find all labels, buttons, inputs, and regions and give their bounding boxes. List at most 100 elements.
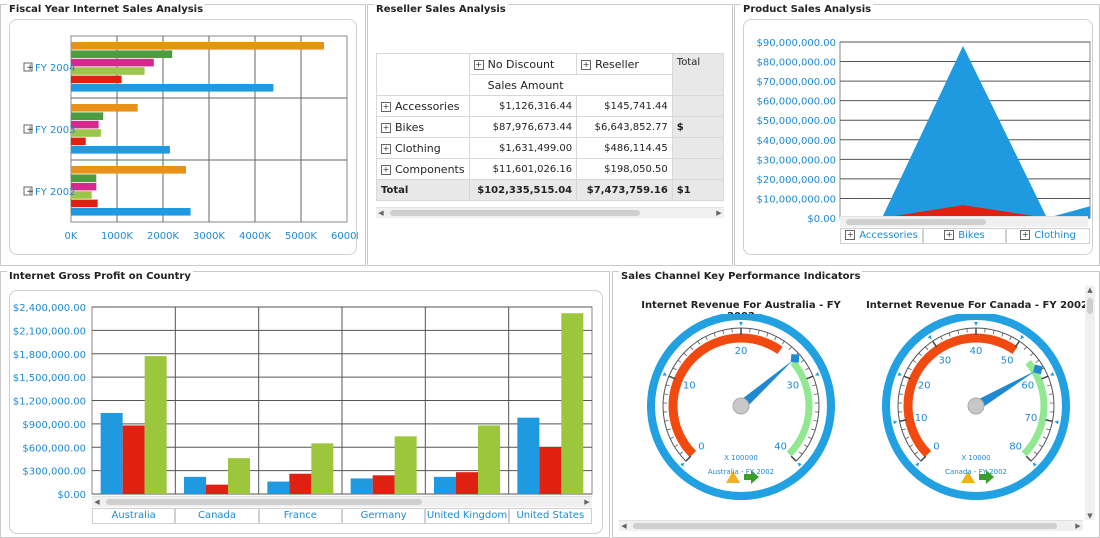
bar: [394, 436, 417, 494]
category-bikes[interactable]: + Bikes: [923, 229, 1006, 244]
expand-icon[interactable]: +: [944, 230, 955, 240]
y-tick-label: $70,000,000.00: [756, 77, 836, 88]
category-australia[interactable]: Australia: [92, 509, 176, 524]
category-canada[interactable]: Canada: [175, 509, 259, 524]
cell: $11,601,026.16: [468, 158, 578, 180]
expand-icon[interactable]: +: [1020, 230, 1031, 240]
category-germany[interactable]: Germany: [341, 509, 426, 524]
scale-label: 30: [939, 355, 952, 366]
x-tick-label: 6000K: [331, 231, 358, 242]
x-tick-label: 2000K: [147, 231, 179, 242]
scroll-right-icon[interactable]: ▶: [1073, 521, 1083, 531]
fiscal-bar-chart: + FY 2004+ FY 2003+ FY 2002 0K 1000K 2000K 300…: [23, 35, 358, 242]
bar: [71, 174, 97, 182]
product-horizontal-scrollbar[interactable]: [840, 216, 1088, 227]
gauge-multiplier-australia: X 100000: [724, 454, 758, 462]
table-row: + Bikes $87,976,673.44 $6,643,852.77 $: [376, 116, 724, 138]
col-header-no-discount[interactable]: + No Discount: [468, 53, 578, 75]
gross-category-axis: Australia Canada France Germany United Kingd…: [92, 508, 592, 524]
bar: [372, 475, 395, 494]
expand-icon[interactable]: +: [381, 164, 391, 175]
cell: $198,050.50: [576, 158, 673, 180]
row-header-accessories[interactable]: + Accessories: [376, 95, 470, 117]
reseller-horizontal-scrollbar[interactable]: ◀ ▶: [376, 207, 724, 218]
expand-icon[interactable]: +: [381, 122, 391, 133]
kpi-gauges: 0 10 20 30 40 0 10 20 30 40 50 60 70 80: [647, 314, 1070, 500]
y-tick-label: $300,000.00: [22, 467, 86, 478]
scroll-thumb[interactable]: [846, 219, 986, 225]
gross-horizontal-scrollbar[interactable]: ◀ ▶: [92, 496, 592, 507]
scroll-thumb[interactable]: [390, 210, 640, 216]
scale-label: 20: [735, 346, 748, 357]
cell: [671, 137, 724, 159]
gauge-multiplier-canada: X 10000: [961, 454, 991, 462]
bar: [71, 50, 173, 58]
bar: [71, 58, 154, 67]
row-header-components[interactable]: + Components: [376, 158, 470, 180]
scroll-left-icon[interactable]: ◀: [92, 497, 102, 507]
category-clothing[interactable]: + Clothing: [1006, 229, 1090, 244]
scale-label: 20: [918, 381, 931, 392]
bar: [350, 478, 373, 494]
scroll-thumb[interactable]: [106, 499, 422, 505]
table-row: + Components $11,601,026.16 $198,050.50: [376, 158, 724, 180]
scroll-thumb[interactable]: [633, 523, 1057, 529]
scroll-left-icon[interactable]: ◀: [376, 208, 386, 218]
col-header-total[interactable]: Total: [671, 53, 724, 96]
expand-icon[interactable]: +: [581, 59, 592, 70]
row-header-clothing[interactable]: + Clothing: [376, 137, 470, 159]
scroll-up-icon[interactable]: ▲: [1085, 286, 1095, 294]
gross-title: Internet Gross Profit on Country: [7, 271, 193, 282]
needle-hub: [967, 397, 985, 415]
scale-label: 30: [786, 381, 799, 392]
bar: [71, 75, 122, 84]
kpi-panel: Sales Channel Key Performance Indicators…: [612, 271, 1100, 538]
cell: $: [671, 116, 724, 138]
col-header-reseller[interactable]: + Reseller: [576, 53, 673, 75]
bar: [71, 166, 186, 174]
scale-label: 10: [915, 413, 928, 424]
expand-icon[interactable]: +: [845, 230, 856, 240]
bar: [122, 425, 145, 494]
fiscal-chart-frame: + FY 2004 + FY 2003 + FY 2002 0K 1000K 2000K 300…: [9, 19, 358, 255]
scale-label: 10: [683, 381, 696, 392]
bar: [206, 484, 228, 494]
y-tick-label: $600,000.00: [22, 443, 86, 454]
scroll-thumb[interactable]: [1087, 298, 1093, 314]
gauge-title-canada: Internet Revenue For Canada - FY 2002: [866, 300, 1088, 311]
scroll-right-icon[interactable]: ▶: [582, 497, 592, 507]
kpi-vertical-scrollbar[interactable]: ▲ ▼: [1085, 286, 1095, 520]
product-title: Product Sales Analysis: [741, 4, 874, 15]
bar: [71, 84, 274, 92]
product-panel: Product Sales Analysis $90,000,000.00 $80…: [734, 4, 1100, 266]
expand-icon-glyph: +: [26, 125, 34, 135]
x-tick-label: 3000K: [193, 231, 225, 242]
bar: [561, 313, 584, 494]
product-category-axis: + Accessories + Bikes + Clothing: [840, 228, 1090, 244]
x-tick-label: 1000K: [101, 231, 133, 242]
expand-icon[interactable]: +: [381, 143, 391, 154]
row-header-bikes[interactable]: + Bikes: [376, 116, 470, 138]
category-united-states[interactable]: United States: [508, 509, 592, 524]
expand-icon[interactable]: +: [473, 59, 484, 70]
bar: [478, 425, 500, 494]
category-france[interactable]: France: [258, 509, 342, 524]
bar: [228, 458, 250, 494]
grid-corner: [376, 53, 470, 96]
cell: $6,643,852.77: [576, 116, 673, 138]
scroll-down-icon[interactable]: ▼: [1085, 512, 1095, 520]
kpi-horizontal-scrollbar[interactable]: ◀ ▶: [619, 520, 1083, 531]
x-tick-label: 5000K: [285, 231, 317, 242]
category-accessories[interactable]: + Accessories: [840, 229, 923, 244]
gauge-caption-canada: Canada - FY 2002: [945, 468, 1007, 476]
fiscal-title: Fiscal Year Internet Sales Analysis: [7, 4, 206, 15]
y-tick-label: $2,100,000.00: [13, 326, 86, 337]
scroll-left-icon[interactable]: ◀: [619, 521, 629, 531]
bar: [267, 481, 290, 494]
scale-label: 0: [698, 442, 704, 453]
category-united-kingdom[interactable]: United Kingdom: [425, 509, 509, 524]
scroll-right-icon[interactable]: ▶: [714, 208, 724, 218]
bar: [434, 476, 456, 494]
measure-header: Sales Amount: [468, 74, 673, 96]
expand-icon[interactable]: +: [381, 101, 391, 112]
